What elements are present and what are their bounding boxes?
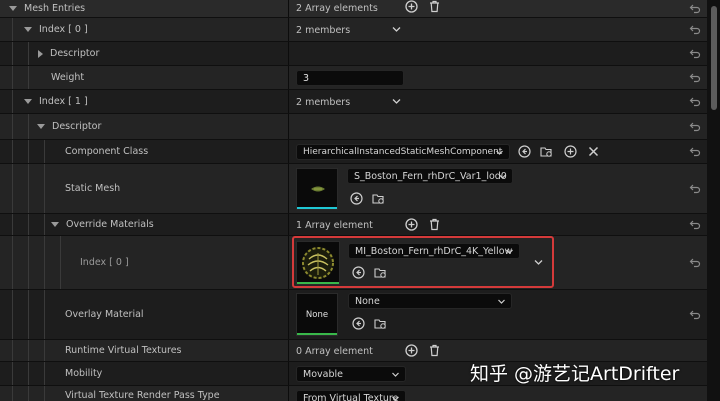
index-1-members: 2 members — [296, 97, 351, 108]
scrollbar-thumb[interactable] — [711, 6, 717, 110]
browse-folder-icon[interactable] — [372, 192, 385, 205]
overlay-material-dropdown[interactable]: None — [348, 293, 512, 309]
property-row-override-index-0[interactable]: Index [ 0 ] MI_Boston_Fern_rhDrC_4K_Yell… — [0, 236, 707, 290]
watermark-text: 知乎 @游艺记ArtDrifter — [470, 363, 680, 385]
delete-all-icon[interactable] — [428, 0, 441, 13]
property-row-index-1[interactable]: Index [ 1 ] 2 members — [0, 90, 707, 114]
expand-arrow-icon[interactable] — [24, 99, 32, 104]
reset-to-default-icon[interactable] — [689, 72, 701, 84]
chevron-down-icon — [392, 396, 399, 401]
property-row-vt-render-pass-type[interactable]: Virtual Texture Render Pass Type From Vi… — [0, 386, 707, 401]
reset-to-default-icon[interactable] — [689, 146, 701, 158]
chevron-down-icon — [392, 372, 399, 377]
reset-to-default-icon[interactable] — [689, 24, 701, 36]
reset-to-default-icon[interactable] — [689, 309, 701, 321]
index-0-members: 2 members — [296, 25, 351, 36]
static-mesh-thumbnail[interactable] — [296, 168, 338, 210]
runtime-vt-count: 0 Array element — [296, 346, 373, 357]
component-class-label: Component Class — [65, 146, 149, 157]
overlay-material-label: Overlay Material — [65, 309, 144, 320]
property-row-index-0[interactable]: Index [ 0 ] 2 members — [0, 18, 707, 42]
use-selected-icon[interactable] — [350, 192, 363, 205]
component-class-value: HierarchicalInstancedStaticMeshComponent — [303, 147, 503, 157]
property-row-override-materials[interactable]: Override Materials 1 Array element — [0, 214, 707, 236]
static-mesh-value: S_Boston_Fern_rhDrC_Var1_lod0 — [354, 170, 507, 182]
mobility-value: Movable — [303, 368, 343, 380]
material-thumbnail[interactable] — [296, 241, 340, 285]
expand-arrow-icon[interactable] — [24, 27, 32, 32]
property-row-descriptor-1[interactable]: Descriptor — [0, 114, 707, 140]
chevron-down-icon — [506, 249, 513, 254]
property-row-weight[interactable]: Weight 3 — [0, 66, 707, 90]
weight-input[interactable]: 3 — [296, 70, 404, 86]
weight-label: Weight — [51, 72, 85, 83]
expand-arrow-icon[interactable] — [9, 6, 17, 11]
property-row-descriptor-0[interactable]: Descriptor — [0, 42, 707, 66]
chevron-down-icon[interactable] — [392, 97, 401, 106]
chevron-down-icon[interactable] — [392, 25, 401, 34]
index-0-label: Index [ 0 ] — [39, 24, 88, 35]
mesh-entries-label: Mesh Entries — [24, 3, 86, 14]
reset-to-default-icon[interactable] — [689, 3, 701, 15]
add-element-icon[interactable] — [405, 0, 418, 13]
static-mesh-label: Static Mesh — [65, 183, 121, 194]
fern-mesh-icon — [311, 186, 325, 192]
material-dropdown[interactable]: MI_Boston_Fern_rhDrC_4K_Yellow — [348, 243, 520, 259]
expand-arrow-icon[interactable] — [38, 49, 43, 58]
override-materials-label: Override Materials — [66, 219, 154, 230]
index-1-label: Index [ 1 ] — [39, 96, 88, 107]
mobility-label: Mobility — [65, 368, 103, 379]
use-selected-icon[interactable] — [352, 266, 365, 279]
add-element-icon[interactable] — [405, 218, 418, 231]
mobility-dropdown[interactable]: Movable — [296, 366, 406, 382]
component-class-dropdown[interactable]: HierarchicalInstancedStaticMeshComponent — [296, 144, 510, 160]
chevron-down-icon[interactable] — [534, 258, 543, 267]
expand-arrow-icon[interactable] — [51, 222, 59, 227]
overlay-thumb-text: None — [305, 309, 329, 320]
descriptor-0-label: Descriptor — [50, 48, 100, 59]
expand-arrow-icon[interactable] — [37, 124, 45, 129]
vt-render-pass-dropdown[interactable]: From Virtual Texture — [296, 390, 406, 401]
property-row-static-mesh[interactable]: Static Mesh S_Boston_Fern_rhDrC_Var1_lod… — [0, 164, 707, 214]
property-row-overlay-material[interactable]: Overlay Material None None — [0, 290, 707, 340]
vertical-scrollbar[interactable] — [707, 0, 720, 401]
use-selected-icon[interactable] — [518, 145, 531, 158]
delete-all-icon[interactable] — [428, 344, 441, 357]
use-selected-icon[interactable] — [352, 317, 365, 330]
reset-to-default-icon[interactable] — [689, 257, 701, 269]
vt-render-pass-label: Virtual Texture Render Pass Type — [65, 390, 220, 401]
mesh-entries-count: 2 Array elements — [296, 3, 378, 14]
clear-icon[interactable] — [587, 145, 600, 158]
overlay-material-thumbnail[interactable]: None — [296, 293, 338, 336]
browse-folder-icon[interactable] — [374, 317, 387, 330]
reset-to-default-icon[interactable] — [689, 48, 701, 60]
property-row-mesh-entries[interactable]: Mesh Entries 2 Array elements — [0, 0, 707, 18]
reset-to-default-icon[interactable] — [689, 219, 701, 231]
overlay-material-value: None — [355, 295, 380, 307]
reset-to-default-icon[interactable] — [689, 121, 701, 133]
descriptor-1-label: Descriptor — [52, 121, 102, 132]
reset-to-default-icon[interactable] — [689, 183, 701, 195]
chevron-down-icon — [498, 299, 505, 304]
add-icon[interactable] — [564, 145, 577, 158]
reset-to-default-icon[interactable] — [689, 96, 701, 108]
browse-folder-icon[interactable] — [374, 266, 387, 279]
vt-render-pass-value: From Virtual Texture — [303, 392, 399, 401]
runtime-vt-label: Runtime Virtual Textures — [65, 345, 182, 356]
add-element-icon[interactable] — [405, 344, 418, 357]
chevron-down-icon — [499, 174, 506, 179]
override-materials-count: 1 Array element — [296, 220, 373, 231]
fern-material-icon — [302, 247, 334, 279]
material-value: MI_Boston_Fern_rhDrC_4K_Yellow — [355, 245, 513, 257]
property-row-component-class[interactable]: Component Class HierarchicalInstancedSta… — [0, 140, 707, 164]
chevron-down-icon — [496, 150, 503, 155]
static-mesh-dropdown[interactable]: S_Boston_Fern_rhDrC_Var1_lod0 — [347, 168, 513, 184]
override-index-0-label: Index [ 0 ] — [80, 257, 129, 268]
delete-all-icon[interactable] — [428, 218, 441, 231]
browse-folder-icon[interactable] — [540, 145, 553, 158]
